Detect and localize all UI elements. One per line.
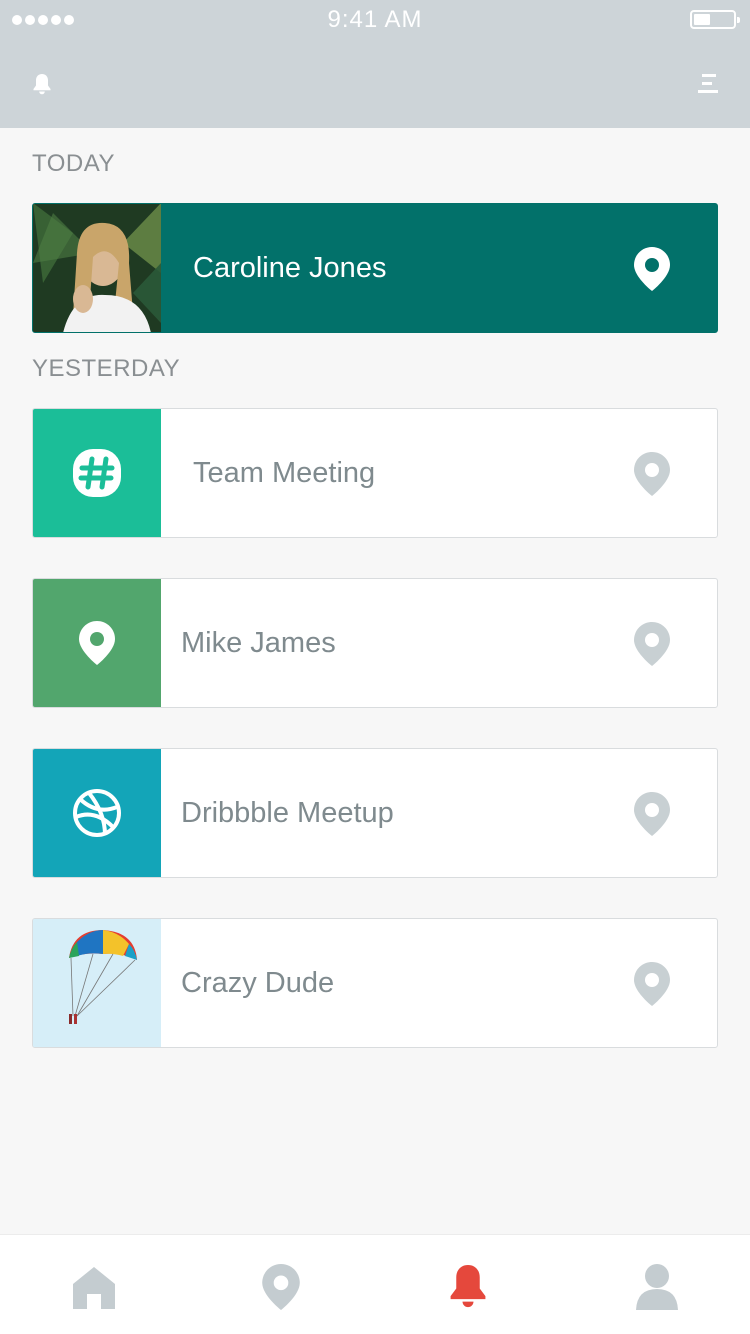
notification-card-crazy-dude[interactable]: Crazy Dude — [32, 918, 718, 1048]
notification-card-caroline-jones[interactable]: Caroline Jones — [32, 203, 718, 333]
bell-icon[interactable] — [30, 72, 54, 96]
card-title: Dribbble Meetup — [181, 796, 394, 829]
status-bar: 9:41 AM — [0, 0, 750, 40]
status-time: 9:41 AM — [327, 6, 423, 33]
location-pin-icon[interactable] — [633, 246, 671, 292]
section-label-today: TODAY — [32, 150, 115, 177]
battery-icon — [690, 10, 740, 29]
parasail-photo — [33, 919, 161, 1047]
notification-card-dribbble-meetup[interactable]: Dribbble Meetup — [32, 748, 718, 878]
profile-icon[interactable] — [632, 1263, 682, 1311]
slack-hash-icon — [33, 409, 161, 537]
section-label-yesterday: YESTERDAY — [32, 355, 181, 382]
location-pin-icon — [33, 579, 161, 707]
location-pin-icon[interactable] — [633, 621, 671, 667]
location-pin-icon[interactable] — [633, 791, 671, 837]
top-bar: 9:41 AM — [0, 0, 750, 128]
bottom-nav — [0, 1234, 750, 1334]
card-title: Crazy Dude — [181, 966, 335, 999]
dribbble-icon — [33, 749, 161, 877]
home-icon[interactable] — [69, 1263, 119, 1311]
location-pin-icon[interactable] — [633, 451, 671, 497]
notification-card-team-meeting[interactable]: Team Meeting — [32, 408, 718, 538]
notification-card-mike-james[interactable]: Mike James — [32, 578, 718, 708]
card-title: Team Meeting — [193, 456, 376, 489]
location-pin-icon[interactable] — [256, 1263, 306, 1311]
avatar-photo — [33, 204, 161, 332]
card-title: Mike James — [181, 626, 336, 659]
menu-icon[interactable] — [698, 72, 720, 96]
location-pin-icon[interactable] — [633, 961, 671, 1007]
bell-icon[interactable] — [443, 1263, 493, 1311]
card-title: Caroline Jones — [193, 251, 387, 284]
